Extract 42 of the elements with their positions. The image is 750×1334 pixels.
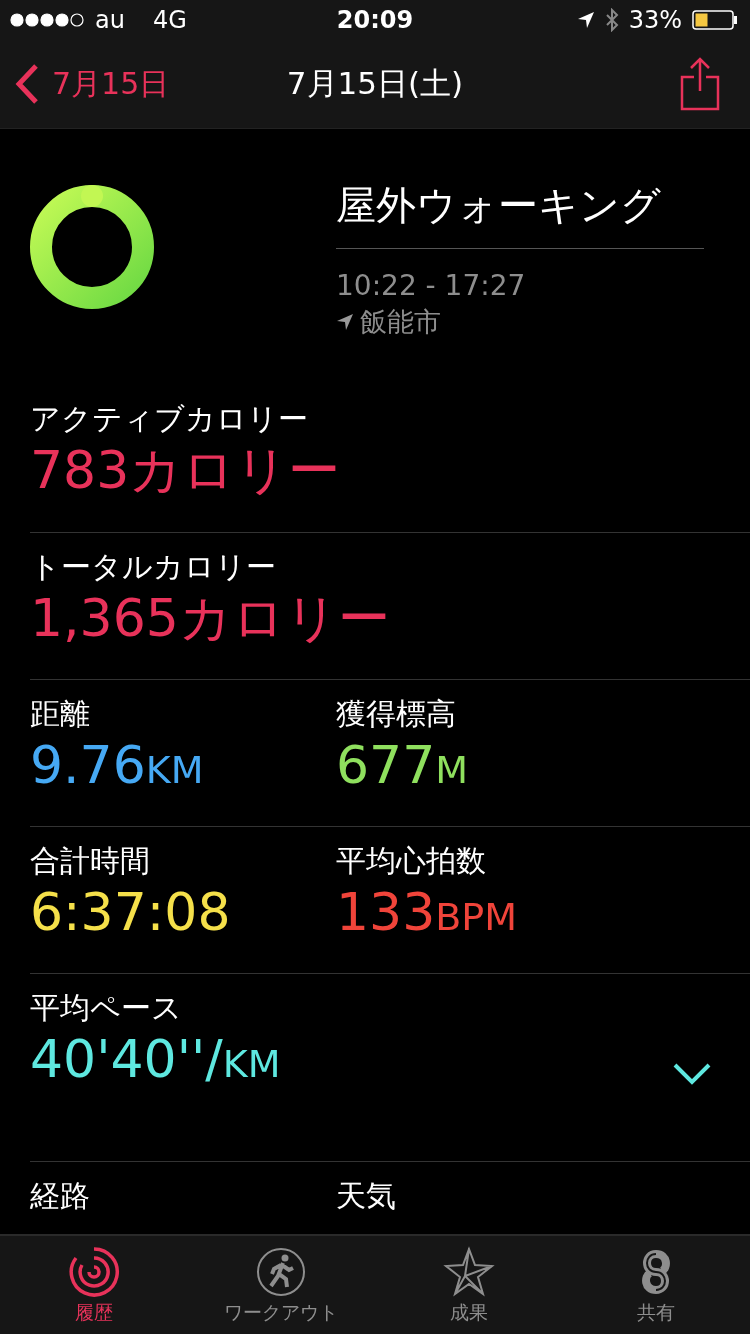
stat-value: 133 BPM	[336, 883, 519, 944]
stat-value: 677 M	[336, 736, 470, 797]
tab[interactable]: ワークアウト	[187, 1236, 375, 1334]
chevron-left-icon	[14, 63, 40, 105]
stat-label: トータルカロリー	[30, 548, 277, 586]
runner-icon	[255, 1246, 308, 1298]
signal-icon	[10, 13, 85, 27]
stat-value: 1,365カロリー	[30, 589, 390, 647]
location-arrow-icon	[576, 11, 595, 29]
stat-value: 6:37:08	[30, 883, 232, 941]
clock-time: 20:09	[336, 6, 414, 34]
battery-icon	[692, 10, 738, 30]
star-icon	[442, 1246, 495, 1298]
workout-title: 屋外ウォーキング	[336, 185, 662, 225]
stat-label: 平均心拍数	[336, 842, 487, 880]
share-button[interactable]	[680, 57, 720, 111]
tab[interactable]: 成果	[375, 1236, 563, 1334]
nav-title: 7月15日(土)	[286, 64, 464, 103]
location-name: 飯能市	[360, 305, 441, 339]
share-icon	[680, 57, 720, 111]
carrier-name: au	[95, 6, 125, 34]
stat-label: 距離	[30, 695, 91, 733]
chevron-down-icon	[672, 1062, 712, 1086]
stat-label: 平均ペース	[30, 989, 183, 1027]
bluetooth-icon	[604, 8, 619, 32]
stat-label: 合計時間	[30, 842, 151, 880]
back-button[interactable]: 7月15日	[14, 63, 170, 105]
expand-button[interactable]	[672, 1062, 712, 1086]
stat-label: 獲得標高	[336, 695, 457, 733]
rings-icon	[67, 1246, 120, 1298]
battery-percent: 33%	[628, 6, 682, 34]
stat-label: 経路	[30, 1177, 91, 1215]
network-type: 4G	[152, 6, 187, 34]
stat-label: アクティブカロリー	[30, 400, 309, 438]
tab[interactable]: 共有	[562, 1236, 750, 1334]
location-arrow-icon	[336, 313, 354, 331]
time-range: 10:22 - 17:27	[336, 269, 527, 302]
tab[interactable]: 履歴	[0, 1236, 188, 1334]
stat-value: 783カロリー	[30, 441, 341, 499]
stat-value: 9.76KM	[30, 736, 205, 797]
stat-label: 天気	[336, 1177, 397, 1215]
stat-value: 40'40''/KM	[30, 1030, 281, 1091]
